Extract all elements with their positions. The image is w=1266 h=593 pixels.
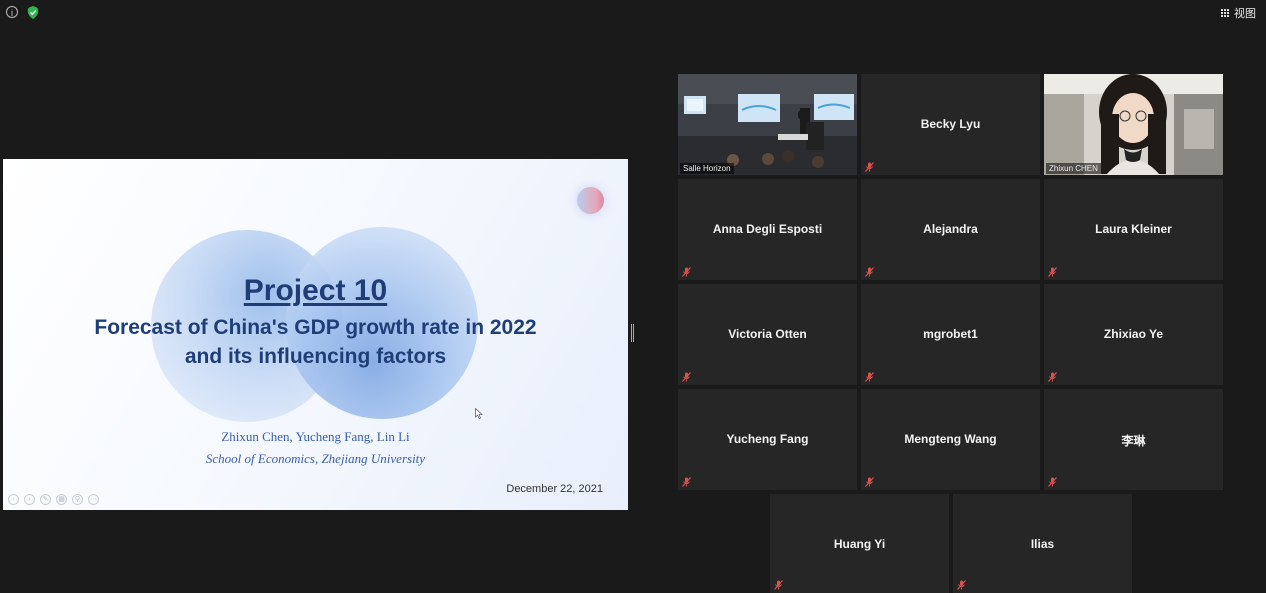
shared-screen: Project 10 Forecast of China's GDP growt… — [3, 159, 628, 510]
slide-affiliation: School of Economics, Zhejiang University — [205, 451, 426, 466]
mouse-cursor-icon — [475, 408, 483, 419]
shield-icon[interactable] — [27, 6, 39, 19]
muted-mic-icon — [865, 267, 874, 277]
participant-name: Zhixiao Ye — [1103, 327, 1164, 341]
slide-subtitle-line2: and its influencing factors — [184, 345, 447, 368]
participant-name: Victoria Otten — [728, 327, 807, 341]
participant-tile-mgrobet1[interactable]: mgrobet1 — [861, 284, 1040, 385]
panel-splitter-handle[interactable] — [631, 324, 634, 342]
participant-tile-yucheng-fang[interactable]: Yucheng Fang — [678, 389, 857, 490]
muted-mic-icon — [682, 477, 691, 487]
slides-grid-icon[interactable]: ▦ — [56, 494, 67, 505]
previous-slide-icon[interactable]: ‹ — [8, 494, 19, 505]
participant-name: Becky Lyu — [920, 117, 981, 131]
participant-video — [1044, 74, 1223, 175]
muted-mic-icon — [865, 162, 874, 172]
participant-name: Yucheng Fang — [726, 432, 809, 446]
slide-subtitle-line1: Forecast of China's GDP growth rate in 2… — [94, 316, 537, 339]
pen-icon[interactable]: ✎ — [40, 494, 51, 505]
participant-tile-huang-yi[interactable]: Huang Yi — [770, 494, 949, 593]
zoom-icon[interactable]: ⚲ — [72, 494, 83, 505]
participant-tile-victoria-otten[interactable]: Victoria Otten — [678, 284, 857, 385]
participant-video-image — [1044, 74, 1223, 175]
muted-mic-icon — [1048, 477, 1057, 487]
participant-name: 李琳 — [1121, 434, 1146, 448]
slide-authors: Zhixun Chen, Yucheng Fang, Lin Li — [221, 429, 410, 444]
muted-mic-icon — [1048, 267, 1057, 277]
participant-name: Ilias — [1030, 537, 1055, 551]
participant-name: Laura Kleiner — [1095, 222, 1172, 236]
muted-mic-icon — [1048, 372, 1057, 382]
muted-mic-icon — [774, 580, 783, 590]
participant-tile-salle-horizon[interactable]: Salle Horizon — [678, 74, 857, 175]
grid-view-icon — [1221, 8, 1230, 18]
muted-mic-icon — [957, 580, 966, 590]
participant-tile-becky-lyu[interactable]: Becky Lyu — [861, 74, 1040, 175]
next-slide-icon[interactable]: › — [24, 494, 35, 505]
participant-tile-alejandra[interactable]: Alejandra — [861, 179, 1040, 280]
view-button[interactable]: 视图 — [1221, 5, 1256, 21]
info-icon[interactable]: i — [6, 6, 18, 18]
participant-name: Alejandra — [923, 222, 978, 236]
participant-name: mgrobet1 — [923, 327, 978, 341]
participant-tile-zhixun-chen[interactable]: Zhixun CHEN — [1044, 74, 1223, 175]
room-video-image — [678, 74, 857, 175]
participant-tile-laura-kleiner[interactable]: Laura Kleiner — [1044, 179, 1223, 280]
participant-tile-ilias[interactable]: Ilias — [953, 494, 1132, 593]
participant-tile-li-lin[interactable]: 李琳 — [1044, 389, 1223, 490]
slide-toolbar: ‹ › ✎ ▦ ⚲ ⋯ — [8, 494, 99, 505]
muted-mic-icon — [865, 372, 874, 382]
slide-title: Project 10 — [243, 274, 388, 307]
muted-mic-icon — [682, 267, 691, 277]
participant-video — [678, 74, 857, 175]
participant-name-label: Zhixun CHEN — [1046, 163, 1101, 174]
view-label: 视图 — [1234, 8, 1256, 20]
decorative-orb — [577, 187, 604, 214]
participant-name: Huang Yi — [833, 537, 886, 551]
participant-name-label: Salle Horizon — [680, 163, 734, 174]
muted-mic-icon — [865, 477, 874, 487]
slide-date: December 22, 2021 — [506, 483, 603, 495]
participant-name: Anna Degli Esposti — [712, 222, 823, 236]
participant-name: Mengteng Wang — [904, 432, 997, 446]
more-options-icon[interactable]: ⋯ — [88, 494, 99, 505]
participant-tile-mengteng-wang[interactable]: Mengteng Wang — [861, 389, 1040, 490]
participant-tile-zhixiao-ye[interactable]: Zhixiao Ye — [1044, 284, 1223, 385]
participant-tile-anna-degli-esposti[interactable]: Anna Degli Esposti — [678, 179, 857, 280]
muted-mic-icon — [682, 372, 691, 382]
